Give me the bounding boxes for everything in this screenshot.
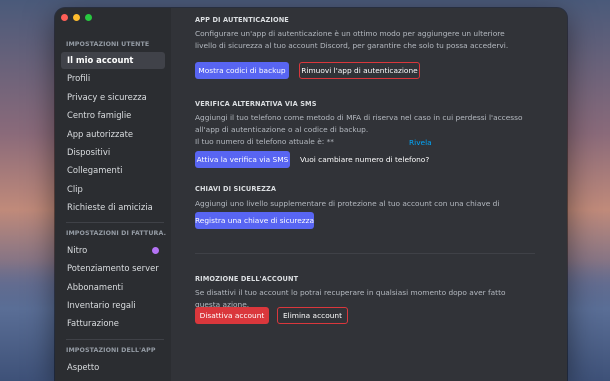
sidebar-item-clips[interactable]: Clip	[61, 181, 165, 198]
close-window-button[interactable]	[61, 14, 68, 21]
billing-settings-heading: IMPOSTAZIONI DI FATTURA...	[66, 230, 166, 237]
delete-account-button[interactable]: Elimina account	[277, 307, 348, 324]
app-settings-heading: IMPOSTAZIONI DELL'APP	[66, 347, 156, 354]
sidebar-item-billing[interactable]: Fatturazione	[61, 315, 165, 332]
sidebar-divider	[66, 339, 164, 340]
security-keys-heading: CHIAVI DI SICUREZZA	[195, 185, 277, 193]
sms-heading: VERIFICA ALTERNATIVA VIA SMS	[195, 100, 317, 108]
minimize-window-button[interactable]	[73, 14, 80, 21]
sidebar-item-label: Nitro	[67, 245, 88, 255]
settings-sidebar: IMPOSTAZIONI UTENTE Il mio account Profi…	[55, 8, 171, 381]
auth-app-heading: APP DI AUTENTICAZIONE	[195, 16, 289, 24]
sidebar-item-gift-inventory[interactable]: Inventario regali	[61, 297, 165, 314]
show-backup-codes-button[interactable]: Mostra codici di backup	[195, 62, 289, 79]
remove-auth-app-button[interactable]: Rimuovi l'app di autenticazione	[299, 62, 420, 79]
sms-description: Aggiungi il tuo telefono come metodo di …	[195, 113, 523, 134]
sidebar-item-devices[interactable]: Dispositivi	[61, 144, 165, 161]
nitro-icon	[152, 247, 159, 254]
account-removal-heading: RIMOZIONE DELL'ACCOUNT	[195, 275, 299, 283]
sidebar-item-my-account[interactable]: Il mio account	[61, 52, 165, 69]
sidebar-divider	[66, 222, 164, 223]
maximize-window-button[interactable]	[85, 14, 92, 21]
sidebar-item-appearance[interactable]: Aspetto	[61, 359, 165, 376]
auth-app-description: Configurare un'app di autenticazione è u…	[195, 29, 509, 50]
disable-account-button[interactable]: Disattiva account	[195, 307, 269, 324]
sidebar-item-family-center[interactable]: Centro famiglie	[61, 107, 165, 124]
section-divider	[195, 253, 535, 254]
settings-window: IMPOSTAZIONI UTENTE Il mio account Profi…	[55, 8, 567, 381]
phone-number-label: Il tuo numero di telefono attuale è: **	[195, 137, 334, 146]
change-phone-link[interactable]: Vuoi cambiare numero di telefono?	[300, 155, 429, 164]
sidebar-item-nitro[interactable]: Nitro	[61, 242, 165, 259]
window-controls	[61, 14, 92, 21]
user-settings-heading: IMPOSTAZIONI UTENTE	[66, 41, 150, 48]
reveal-phone-link[interactable]: Rivela	[409, 138, 432, 147]
register-security-key-button[interactable]: Registra una chiave di sicurezza	[195, 212, 314, 229]
sidebar-item-authorized-apps[interactable]: App autorizzate	[61, 126, 165, 143]
sidebar-item-friend-requests[interactable]: Richieste di amicizia	[61, 199, 165, 216]
sidebar-item-connections[interactable]: Collegamenti	[61, 162, 165, 179]
sidebar-item-subscriptions[interactable]: Abbonamenti	[61, 279, 165, 296]
sidebar-item-profiles[interactable]: Profili	[61, 70, 165, 87]
sidebar-item-privacy[interactable]: Privacy e sicurezza	[61, 89, 165, 106]
account-content: APP DI AUTENTICAZIONE Configurare un'app…	[171, 8, 567, 381]
enable-sms-button[interactable]: Attiva la verifica via SMS	[195, 151, 290, 168]
sidebar-item-server-boost[interactable]: Potenziamento server	[61, 260, 165, 277]
